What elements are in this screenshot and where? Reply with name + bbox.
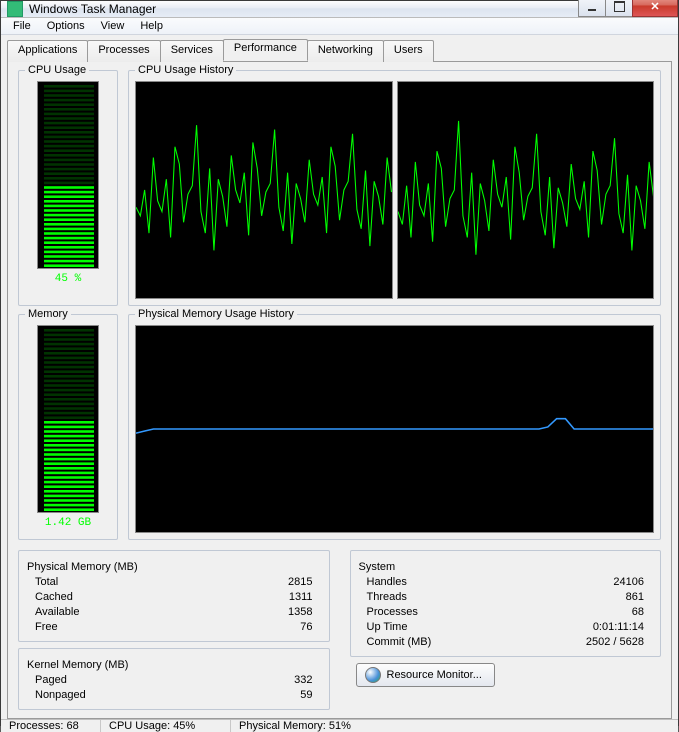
phys-mem-title: Physical Memory (MB)	[27, 561, 325, 573]
maximize-button[interactable]	[605, 0, 633, 17]
table-row: Handles24106	[353, 575, 657, 590]
memory-history-chart	[136, 326, 653, 532]
table-row: Paged332	[21, 673, 325, 688]
shield-icon	[365, 667, 381, 683]
menu-options[interactable]: Options	[39, 18, 93, 34]
table-row: Threads861	[353, 590, 657, 605]
system-group: System Handles24106 Threads861 Processes…	[350, 550, 662, 657]
memory-group: Memory 1.42 GB	[18, 314, 118, 540]
minimize-button[interactable]	[578, 0, 606, 17]
menu-view[interactable]: View	[93, 18, 133, 34]
memory-history-label: Physical Memory Usage History	[135, 308, 297, 320]
tab-users[interactable]: Users	[383, 40, 434, 62]
table-row: Cached1311	[21, 590, 325, 605]
table-row: Nonpaged59	[21, 688, 325, 703]
memory-meter-value: 1.42 GB	[25, 517, 111, 529]
resource-monitor-button[interactable]: Resource Monitor...	[356, 663, 495, 687]
cpu-history-core2	[397, 81, 655, 299]
memory-meter	[37, 325, 99, 513]
menubar: File Options View Help	[1, 18, 678, 35]
cpu-history-chart-2	[398, 82, 654, 298]
table-row: Commit (MB)2502 / 5628	[353, 635, 657, 650]
table-row: Processes68	[353, 605, 657, 620]
tab-performance[interactable]: Performance	[223, 39, 308, 61]
titlebar[interactable]: Windows Task Manager	[1, 1, 678, 18]
client-area: Applications Processes Services Performa…	[1, 35, 678, 719]
tab-services[interactable]: Services	[160, 40, 224, 62]
cpu-history-group: CPU Usage History	[128, 70, 661, 306]
menu-help[interactable]: Help	[132, 18, 171, 34]
cpu-usage-group: CPU Usage 45 %	[18, 70, 118, 306]
phys-mem-group: Physical Memory (MB) Total2815 Cached131…	[18, 550, 330, 642]
status-bar: Processes: 68 CPU Usage: 45% Physical Me…	[1, 719, 678, 732]
stats-area: Physical Memory (MB) Total2815 Cached131…	[18, 550, 661, 710]
performance-panel: CPU Usage 45 % CPU Usage History	[7, 61, 672, 719]
resource-monitor-label: Resource Monitor...	[387, 669, 482, 681]
cpu-history-chart-1	[136, 82, 392, 298]
memory-meter-svg	[38, 326, 99, 513]
tab-networking[interactable]: Networking	[307, 40, 384, 62]
tab-processes[interactable]: Processes	[87, 40, 160, 62]
window-title: Windows Task Manager	[29, 2, 579, 16]
tab-strip: Applications Processes Services Performa…	[7, 39, 672, 61]
cpu-usage-label: CPU Usage	[25, 64, 89, 76]
cpu-meter	[37, 81, 99, 269]
cpu-meter-svg	[38, 82, 99, 269]
menu-file[interactable]: File	[5, 18, 39, 34]
table-row: Available1358	[21, 605, 325, 620]
cpu-history-label: CPU Usage History	[135, 64, 236, 76]
app-icon	[7, 1, 23, 17]
cpu-history-core1	[135, 81, 393, 299]
table-row: Free76	[21, 620, 325, 635]
memory-history-group: Physical Memory Usage History	[128, 314, 661, 540]
table-row: Total2815	[21, 575, 325, 590]
tab-applications[interactable]: Applications	[7, 40, 88, 62]
task-manager-window: Windows Task Manager File Options View H…	[0, 0, 679, 726]
kernel-mem-title: Kernel Memory (MB)	[27, 659, 325, 671]
kernel-mem-group: Kernel Memory (MB) Paged332 Nonpaged59	[18, 648, 330, 710]
cpu-meter-value: 45 %	[25, 273, 111, 285]
close-button[interactable]	[632, 0, 678, 17]
table-row: Up Time0:01:11:14	[353, 620, 657, 635]
memory-history-chart-pane	[135, 325, 654, 533]
memory-label: Memory	[25, 308, 71, 320]
system-title: System	[359, 561, 657, 573]
